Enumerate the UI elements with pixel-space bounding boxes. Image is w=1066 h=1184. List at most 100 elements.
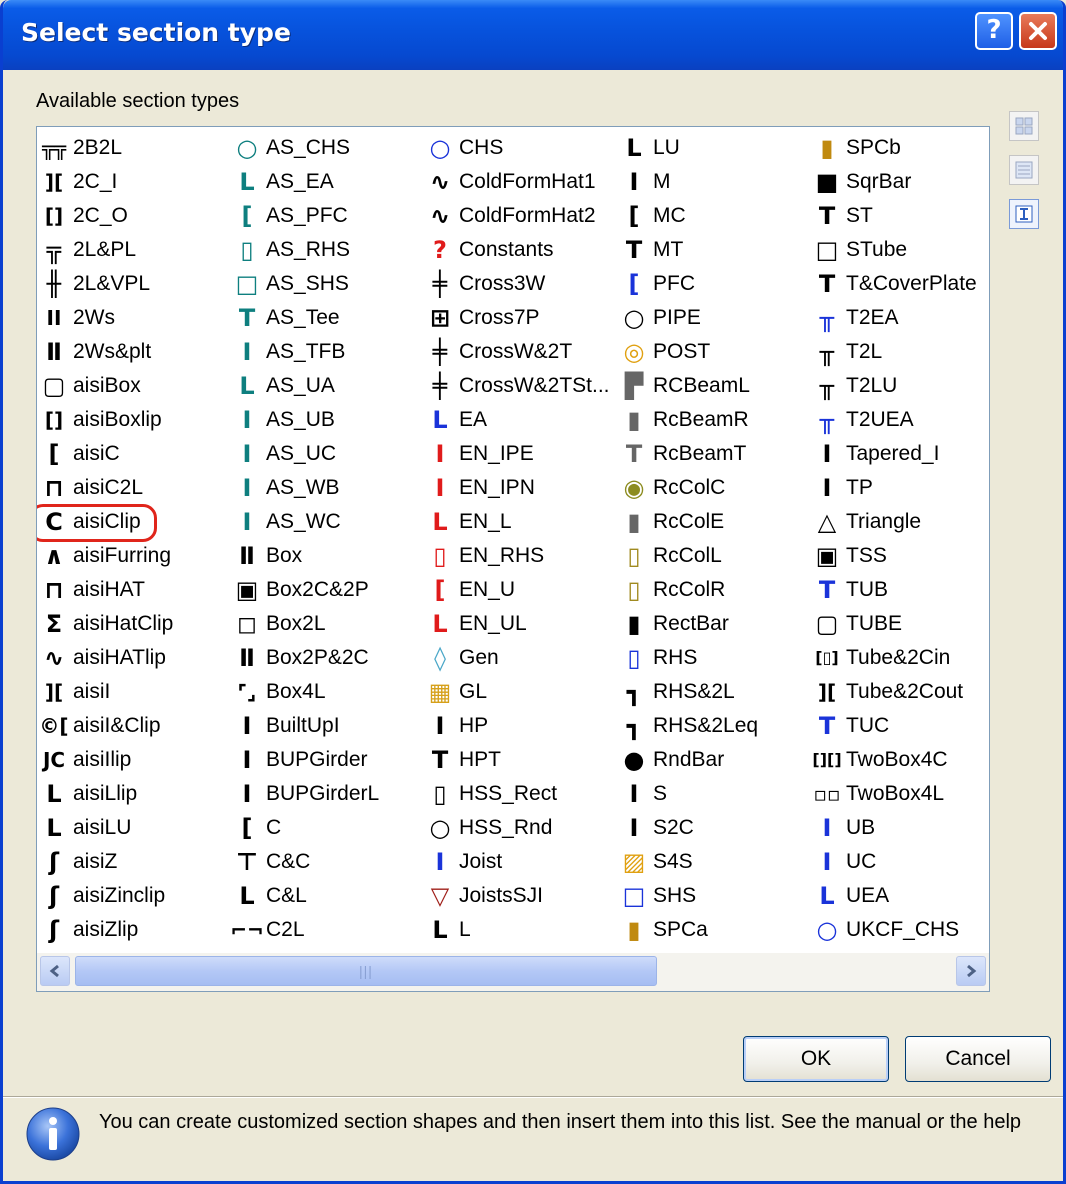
section-item-s4s[interactable]: ▨ S4S [617, 845, 807, 879]
section-item-rccoll[interactable]: ▯ RcColL [617, 539, 807, 573]
section-item-as-ub[interactable]: I AS_UB [230, 403, 420, 437]
section-item-aisiilip[interactable]: JC aisiIlip [37, 743, 227, 777]
section-item-tube-2cin[interactable]: [▯] Tube&2Cin [810, 641, 989, 675]
section-item-s[interactable]: IS [617, 777, 807, 811]
section-item-as-wc[interactable]: I AS_WC [230, 505, 420, 539]
section-item-shs[interactable]: □ SHS [617, 879, 807, 913]
section-item-c[interactable]: [C [230, 811, 420, 845]
section-item-triangle[interactable]: △ Triangle [810, 505, 989, 539]
section-item-coldformhat1[interactable]: ∿ ColdFormHat1 [423, 165, 613, 199]
scroll-left-button[interactable] [40, 956, 70, 986]
section-item-tuc[interactable]: T TUC [810, 709, 989, 743]
section-item-as-pfc[interactable]: [AS_PFC [230, 199, 420, 233]
section-item-l[interactable]: LL [423, 913, 613, 947]
section-item-t2ea[interactable]: ╥ T2EA [810, 301, 989, 335]
section-item-box2l[interactable]: ◻ Box2L [230, 607, 420, 641]
section-item-box[interactable]: Ⅱ Box [230, 539, 420, 573]
scroll-right-button[interactable] [956, 956, 986, 986]
section-item-en-l[interactable]: L EN_L [423, 505, 613, 539]
section-item-coldformhat2[interactable]: ∿ ColdFormHat2 [423, 199, 613, 233]
section-item-post[interactable]: ◎ POST [617, 335, 807, 369]
section-item-as-chs[interactable]: ○ AS_CHS [230, 131, 420, 165]
section-item-tp[interactable]: Ⅰ TP [810, 471, 989, 505]
cancel-button[interactable]: Cancel [905, 1036, 1051, 1082]
section-item-bupgirderl[interactable]: Ⅰ BUPGirderL [230, 777, 420, 811]
section-item-tube[interactable]: ▢ TUBE [810, 607, 989, 641]
section-item-aisifurring[interactable]: ∧ aisiFurring [37, 539, 227, 573]
section-item-as-uc[interactable]: I AS_UC [230, 437, 420, 471]
section-item-aisiz[interactable]: ʃ aisiZ [37, 845, 227, 879]
section-item-2ws-plt[interactable]: Ⅱ 2Ws&plt [37, 335, 227, 369]
section-item-hp[interactable]: I HP [423, 709, 613, 743]
section-item-2c-i[interactable]: ][2C_I [37, 165, 227, 199]
section-item-uc[interactable]: I UC [810, 845, 989, 879]
scroll-thumb[interactable]: ||| [75, 956, 657, 986]
section-item-as-shs[interactable]: □ AS_SHS [230, 267, 420, 301]
close-button[interactable] [1019, 12, 1057, 50]
section-item-as-tee[interactable]: T AS_Tee [230, 301, 420, 335]
section-item-2b2l[interactable]: ╦╦ 2B2L [37, 131, 227, 165]
section-item-bupgirder[interactable]: Ⅰ BUPGirder [230, 743, 420, 777]
section-item-st[interactable]: T ST [810, 199, 989, 233]
section-item-2l-pl[interactable]: ╦ 2L&PL [37, 233, 227, 267]
title-bar[interactable]: Select section type ? [3, 0, 1063, 70]
section-item-aisizlip[interactable]: ʃ aisiZlip [37, 913, 227, 947]
section-item-rhs-2leq[interactable]: ┓ RHS&2Leq [617, 709, 807, 743]
section-item-stube[interactable]: □ STube [810, 233, 989, 267]
section-item-rccolc[interactable]: ◉ RcColC [617, 471, 807, 505]
section-item-twobox4c[interactable]: [][] TwoBox4C [810, 743, 989, 777]
section-item-joist[interactable]: I Joist [423, 845, 613, 879]
section-item-cross7p[interactable]: ⊞ Cross7P [423, 301, 613, 335]
section-item-box4l[interactable]: ⌜⌟ Box4L [230, 675, 420, 709]
section-item-aisihatlip[interactable]: ∿ aisiHATlip [37, 641, 227, 675]
section-item-rectbar[interactable]: ▮ RectBar [617, 607, 807, 641]
section-item-spcb[interactable]: ▮ SPCb [810, 131, 989, 165]
section-types-list[interactable]: ╦╦ 2B2L][2C_I[] 2C_O ╦ 2L&PL ╫ 2L&VPL II 2Ws Ⅱ 2Ws… [36, 126, 990, 992]
section-item-rndbar[interactable]: ● RndBar [617, 743, 807, 777]
section-item-hpt[interactable]: T HPT [423, 743, 613, 777]
section-item-rhs-2l[interactable]: ┓ RHS&2L [617, 675, 807, 709]
section-item-box2p-2c[interactable]: Ⅱ Box2P&2C [230, 641, 420, 675]
ok-button[interactable]: OK [743, 1036, 889, 1082]
section-shape-view-button[interactable] [1009, 199, 1039, 229]
section-item-en-ul[interactable]: L EN_UL [423, 607, 613, 641]
section-item-hss-rnd[interactable]: ○ HSS_Rnd [423, 811, 613, 845]
section-item-builtupi[interactable]: I BuiltUpI [230, 709, 420, 743]
section-item-en-ipn[interactable]: I EN_IPN [423, 471, 613, 505]
section-item-twobox4l[interactable]: ▫▫ TwoBox4L [810, 777, 989, 811]
section-item-c2l[interactable]: ⌐¬ C2L [230, 913, 420, 947]
section-item-tss[interactable]: ▣ TSS [810, 539, 989, 573]
section-item-tapered-i[interactable]: Ⅰ Tapered_I [810, 437, 989, 471]
help-button[interactable]: ? [975, 12, 1013, 50]
section-item-aisihat[interactable]: ⊓ aisiHAT [37, 573, 227, 607]
section-item-as-ua[interactable]: L AS_UA [230, 369, 420, 403]
section-item-uea[interactable]: L UEA [810, 879, 989, 913]
section-item-2c-o[interactable]: [] 2C_O [37, 199, 227, 233]
section-item-ea[interactable]: L EA [423, 403, 613, 437]
section-item-rhs[interactable]: ▯ RHS [617, 641, 807, 675]
section-item-t-coverplate[interactable]: T T&CoverPlate [810, 267, 989, 301]
section-item-aisizinclip[interactable]: ʃ aisiZinclip [37, 879, 227, 913]
section-item-aisibox[interactable]: ▢ aisiBox [37, 369, 227, 403]
section-item-as-rhs[interactable]: ▯ AS_RHS [230, 233, 420, 267]
section-item-cross3w[interactable]: ╪ Cross3W [423, 267, 613, 301]
section-item-tub[interactable]: T TUB [810, 573, 989, 607]
section-item-en-rhs[interactable]: ▯ EN_RHS [423, 539, 613, 573]
section-item-gl[interactable]: ▦ GL [423, 675, 613, 709]
section-item-rcbeamt[interactable]: T RcBeamT [617, 437, 807, 471]
large-icons-view-button[interactable] [1009, 111, 1039, 141]
section-item-s2c[interactable]: Ⅰ S2C [617, 811, 807, 845]
section-item-aisiboxlip[interactable]: [] aisiBoxlip [37, 403, 227, 437]
section-item-c-l[interactable]: L C&L [230, 879, 420, 913]
section-item-mc[interactable]: [MC [617, 199, 807, 233]
section-item-pipe[interactable]: ○ PIPE [617, 301, 807, 335]
section-item-hss-rect[interactable]: ▯ HSS_Rect [423, 777, 613, 811]
section-item-c-c[interactable]: ⊤ C&C [230, 845, 420, 879]
section-item-t2uea[interactable]: ╥ T2UEA [810, 403, 989, 437]
section-item-aisic[interactable]: [aisiC [37, 437, 227, 471]
section-item-aisii-clip[interactable]: ©[aisiI&Clip [37, 709, 227, 743]
section-item-aisillip[interactable]: LaisiLlip [37, 777, 227, 811]
section-item-box2c-2p[interactable]: ▣ Box2C&2P [230, 573, 420, 607]
section-item-rccole[interactable]: ▮ RcColE [617, 505, 807, 539]
section-item-crossw-2tst[interactable]: ╪ CrossW&2TSt... [423, 369, 613, 403]
